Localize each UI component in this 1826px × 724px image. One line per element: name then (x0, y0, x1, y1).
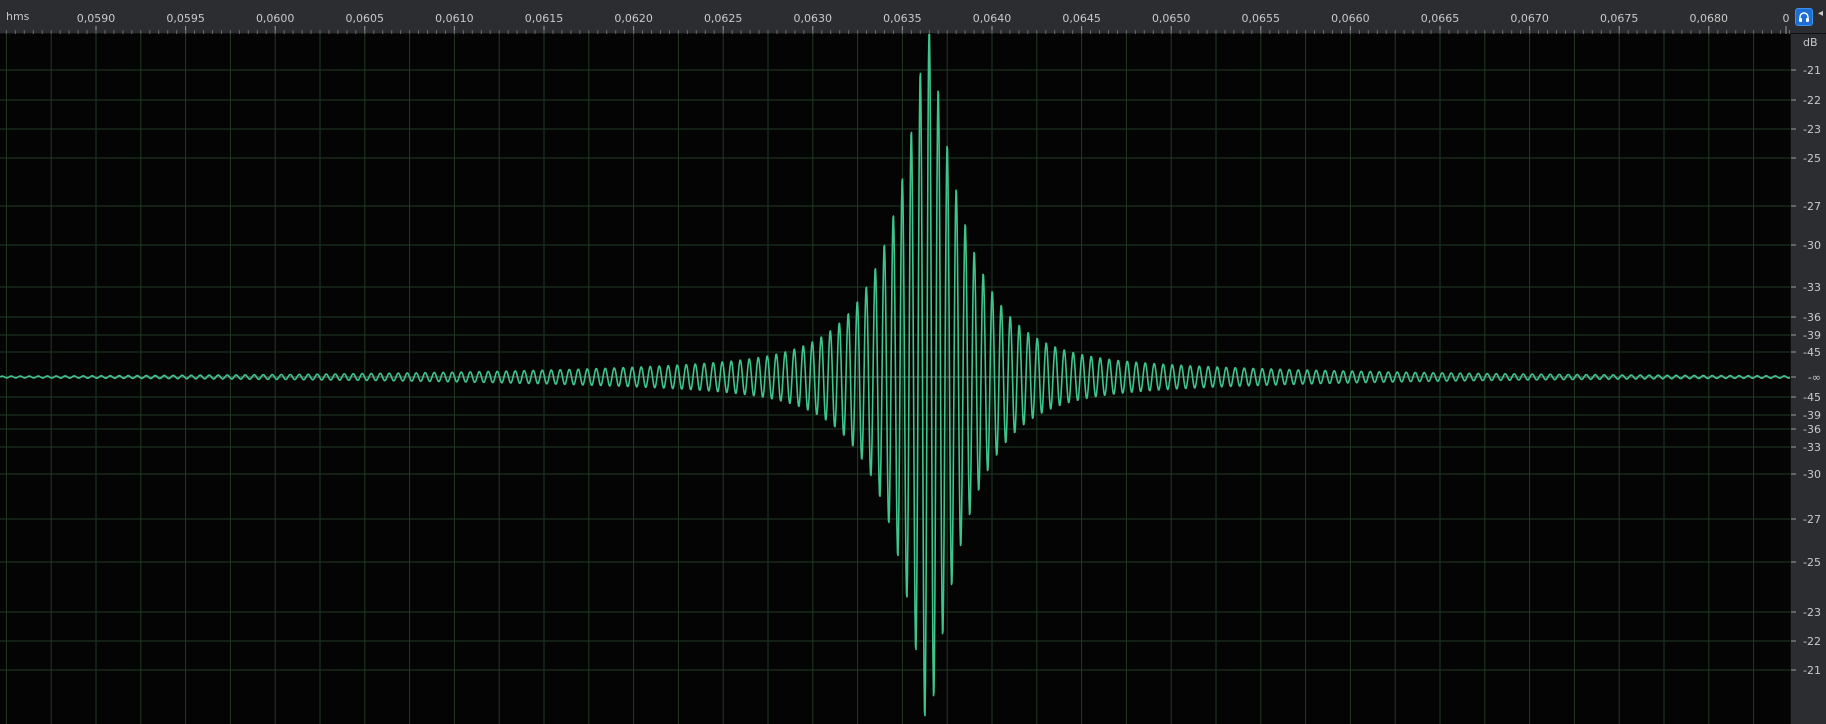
time-tick-label: 0,0595 (166, 12, 205, 25)
time-tick-label: 0,0605 (346, 12, 385, 25)
db-tick-label: -21 (1803, 664, 1821, 677)
time-tick-label: 0,0680 (1690, 12, 1729, 25)
db-tick-label: -33 (1803, 441, 1821, 454)
time-tick-label: 0,0655 (1242, 12, 1281, 25)
db-tick-label: -39 (1803, 329, 1821, 342)
time-unit-label: hms (6, 10, 30, 23)
time-tick-label: 0,0675 (1600, 12, 1639, 25)
overflow-icon[interactable]: ◂ (1818, 8, 1826, 26)
time-tick-label: 0,0660 (1331, 12, 1370, 25)
db-tick-label: -27 (1803, 513, 1821, 526)
db-tick-label: -36 (1803, 423, 1821, 436)
time-tick-label: 0,0600 (256, 12, 295, 25)
db-tick-label: -∞ (1808, 371, 1821, 384)
time-ruler[interactable]: 0,0590 0,0595 0,0600 0,0605 0,0610 0,0615 0,06… (0, 0, 1790, 34)
db-tick-label: -27 (1803, 200, 1821, 213)
db-tick-label: -25 (1803, 152, 1821, 165)
time-tick-label: 0,0640 (973, 12, 1012, 25)
db-tick-label: -30 (1803, 468, 1821, 481)
db-tick-label: -22 (1803, 635, 1821, 648)
time-tick-label: 0,0625 (704, 12, 743, 25)
time-tick-label: 0,0670 (1510, 12, 1549, 25)
waveform-editor: 0,0590 0,0595 0,0600 0,0605 0,0610 0,0615 0,06… (0, 0, 1826, 724)
db-tick-label: -25 (1803, 556, 1821, 569)
time-tick-label: 0,0610 (435, 12, 474, 25)
db-tick-label: -33 (1803, 281, 1821, 294)
db-tick-label: -36 (1803, 311, 1821, 324)
waveform-display[interactable] (0, 34, 1790, 724)
time-tick-label: 0,0650 (1152, 12, 1191, 25)
time-tick-label: 0,0665 (1421, 12, 1460, 25)
amplitude-ruler[interactable]: -21 -22 -23 -25 -27 -30 -33 -36 -39 -45 -∞ -45 -39 -3… (1790, 34, 1826, 724)
waveform-svg (0, 34, 1790, 724)
time-tick-label: 0,0630 (794, 12, 833, 25)
time-tick-label: 0,0635 (883, 12, 922, 25)
headphones-button[interactable] (1795, 8, 1813, 26)
time-tick-label: 0,0615 (525, 12, 564, 25)
time-tick-label: 0,0645 (1062, 12, 1101, 25)
db-tick-label: -45 (1803, 346, 1821, 359)
time-tick-label: 0 (1783, 12, 1790, 25)
db-tick-label: -39 (1803, 409, 1821, 422)
time-ruler-svg: 0,0590 0,0595 0,0600 0,0605 0,0610 0,0615 0,06… (5, 12, 1790, 34)
time-tick-label: 0,0590 (77, 12, 116, 25)
db-tick-label: -23 (1803, 606, 1821, 619)
db-tick-label: -22 (1803, 94, 1821, 107)
db-tick-label: -21 (1803, 64, 1821, 77)
db-tick-label: -30 (1803, 239, 1821, 252)
headphones-icon (1799, 12, 1809, 22)
amplitude-unit-label: dB (1803, 36, 1818, 49)
db-tick-label: -23 (1803, 123, 1821, 136)
waveform-trace (0, 34, 1790, 717)
amplitude-ruler-svg: -21-22-23-25-27-30-33-36-39-45-∞-45-39-3… (1791, 64, 1821, 677)
db-tick-label: -45 (1803, 391, 1821, 404)
time-tick-label: 0,0620 (614, 12, 653, 25)
